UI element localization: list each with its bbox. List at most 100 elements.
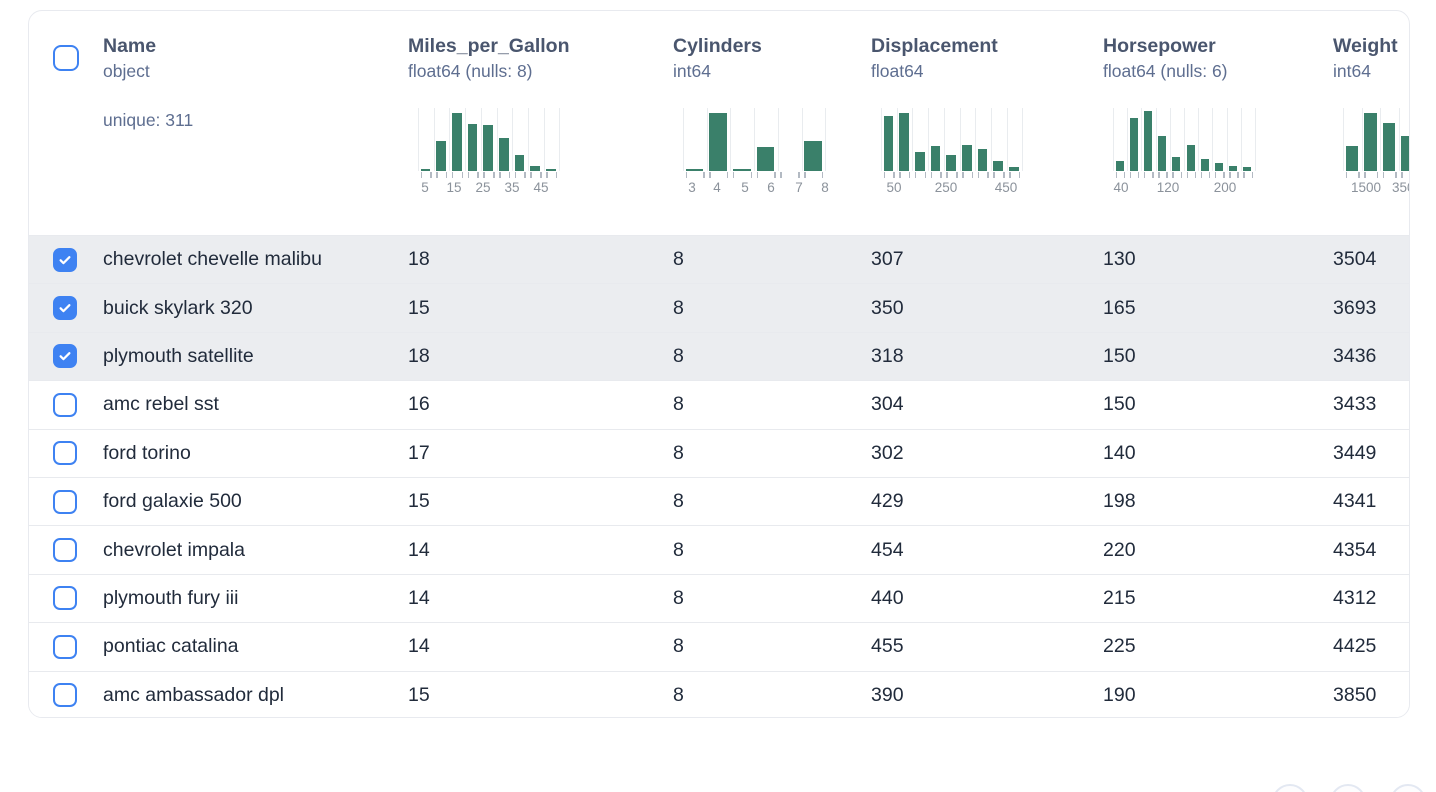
column-title: Name — [103, 33, 408, 59]
table-row[interactable]: amc ambassador dpl 15 8 390 190 3850 — [29, 671, 1409, 718]
cell-displacement: 429 — [871, 490, 1103, 513]
cell-cylinders: 8 — [673, 442, 871, 465]
cell-horsepower: 198 — [1103, 490, 1333, 513]
histogram-tick-label: 450 — [995, 180, 1018, 195]
row-checkbox[interactable] — [53, 296, 77, 320]
histogram-tick-label: 50 — [886, 180, 901, 195]
histogram-tick-label: 200 — [1214, 180, 1237, 195]
column-dtype: object — [103, 59, 408, 83]
row-checkbox[interactable] — [53, 586, 77, 610]
histogram-tick-label: 35 — [504, 180, 519, 195]
row-checkbox-cell — [29, 635, 103, 659]
histogram-cylinders: 345678 — [683, 108, 827, 200]
cell-displacement: 318 — [871, 345, 1103, 368]
histogram-miles-per-gallon: 515253545 — [418, 108, 561, 200]
row-checkbox[interactable] — [53, 441, 77, 465]
cell-horsepower: 130 — [1103, 248, 1333, 271]
table-row[interactable]: amc rebel sst 16 8 304 150 3433 — [29, 380, 1409, 428]
column-dtype: float64 (nulls: 6) — [1103, 59, 1333, 83]
cell-miles-per-gallon: 15 — [408, 684, 673, 707]
cell-miles-per-gallon: 15 — [408, 490, 673, 513]
table-row[interactable]: pontiac catalina 14 8 455 225 4425 — [29, 622, 1409, 670]
row-checkbox-cell — [29, 296, 103, 320]
row-checkbox-cell — [29, 393, 103, 417]
cell-weight: 3433 — [1333, 393, 1409, 416]
histogram-displacement: 50 250 450 — [881, 108, 1024, 200]
table-row[interactable]: chevrolet impala 14 8 454 220 4354 — [29, 525, 1409, 573]
column-title: Weight — [1333, 33, 1410, 59]
row-checkbox[interactable] — [53, 683, 77, 707]
cell-name: amc rebel sst — [103, 393, 408, 416]
column-header-miles-per-gallon: Miles_per_Gallon float64 (nulls: 8) 5152… — [408, 11, 673, 235]
cell-horsepower: 190 — [1103, 684, 1333, 707]
cell-miles-per-gallon: 18 — [408, 248, 673, 271]
check-icon — [58, 252, 73, 267]
table-row[interactable]: ford torino 17 8 302 140 3449 — [29, 429, 1409, 477]
histogram-tick-label: 8 — [821, 180, 829, 195]
cell-cylinders: 8 — [673, 393, 871, 416]
cell-cylinders: 8 — [673, 490, 871, 513]
column-title: Cylinders — [673, 33, 871, 59]
cell-displacement: 350 — [871, 297, 1103, 320]
row-checkbox[interactable] — [53, 538, 77, 562]
row-checkbox[interactable] — [53, 635, 77, 659]
cell-displacement: 454 — [871, 539, 1103, 562]
cell-name: ford torino — [103, 442, 408, 465]
cell-name: chevrolet chevelle malibu — [103, 248, 408, 271]
table-row[interactable]: chevrolet chevelle malibu 18 8 307 130 3… — [29, 235, 1409, 283]
histogram-tick-label: 250 — [935, 180, 958, 195]
histogram-tick-label: 25 — [475, 180, 490, 195]
cell-miles-per-gallon: 16 — [408, 393, 673, 416]
cell-weight: 4312 — [1333, 587, 1409, 610]
column-dtype: float64 — [871, 59, 1103, 83]
row-checkbox[interactable] — [53, 344, 77, 368]
table-row[interactable]: plymouth satellite 18 8 318 150 3436 — [29, 332, 1409, 380]
histogram-tick-label: 3500 — [1392, 180, 1410, 195]
cell-name: buick skylark 320 — [103, 297, 408, 320]
column-header-cylinders: Cylinders int64 345678 — [673, 11, 871, 235]
table-row[interactable]: buick skylark 320 15 8 350 165 3693 — [29, 283, 1409, 331]
select-all-checkbox[interactable] — [53, 45, 79, 71]
table-row[interactable]: ford galaxie 500 15 8 429 198 4341 — [29, 477, 1409, 525]
cell-horsepower: 165 — [1103, 297, 1333, 320]
histogram-tick-label: 6 — [767, 180, 775, 195]
cell-displacement: 302 — [871, 442, 1103, 465]
cell-displacement: 304 — [871, 393, 1103, 416]
histogram-tick-label: 4 — [713, 180, 721, 195]
column-dtype: float64 (nulls: 8) — [408, 59, 673, 83]
column-header-weight: Weight int64 15003500 — [1333, 11, 1410, 235]
table-row[interactable]: plymouth fury iii 14 8 440 215 4312 — [29, 574, 1409, 622]
cell-miles-per-gallon: 14 — [408, 539, 673, 562]
row-checkbox[interactable] — [53, 248, 77, 272]
row-checkbox-cell — [29, 538, 103, 562]
cell-name: amc ambassador dpl — [103, 684, 408, 707]
column-title: Displacement — [871, 33, 1103, 59]
column-title: Miles_per_Gallon — [408, 33, 673, 59]
row-checkbox-cell — [29, 344, 103, 368]
cell-horsepower: 220 — [1103, 539, 1333, 562]
histogram-tick-label: 5 — [741, 180, 749, 195]
histogram-weight: 1500 3500 — [1343, 108, 1410, 200]
row-checkbox[interactable] — [53, 393, 77, 417]
data-table-widget: Name object unique: 311 Miles_per_Gallon… — [0, 0, 1436, 792]
histogram-tick-label: 1500 — [1351, 180, 1381, 195]
table-header: Name object unique: 311 Miles_per_Gallon… — [29, 11, 1409, 235]
check-icon — [58, 301, 73, 316]
cell-name: chevrolet impala — [103, 539, 408, 562]
cell-name: plymouth satellite — [103, 345, 408, 368]
cell-displacement: 455 — [871, 635, 1103, 658]
check-icon — [58, 349, 73, 364]
cell-cylinders: 8 — [673, 345, 871, 368]
cell-horsepower: 140 — [1103, 442, 1333, 465]
cell-weight: 3504 — [1333, 248, 1409, 271]
row-checkbox-cell — [29, 586, 103, 610]
histogram-tick-label: 45 — [533, 180, 548, 195]
cell-name: ford galaxie 500 — [103, 490, 408, 513]
cell-cylinders: 8 — [673, 635, 871, 658]
row-checkbox[interactable] — [53, 490, 77, 514]
column-unique-count: unique: 311 — [103, 108, 408, 132]
header-checkbox-cell — [29, 11, 103, 235]
data-table-card: Name object unique: 311 Miles_per_Gallon… — [28, 10, 1410, 718]
cell-horsepower: 150 — [1103, 393, 1333, 416]
table-footer: 3 selected Clear selection « ‹ Page 1 of… — [0, 718, 1436, 792]
